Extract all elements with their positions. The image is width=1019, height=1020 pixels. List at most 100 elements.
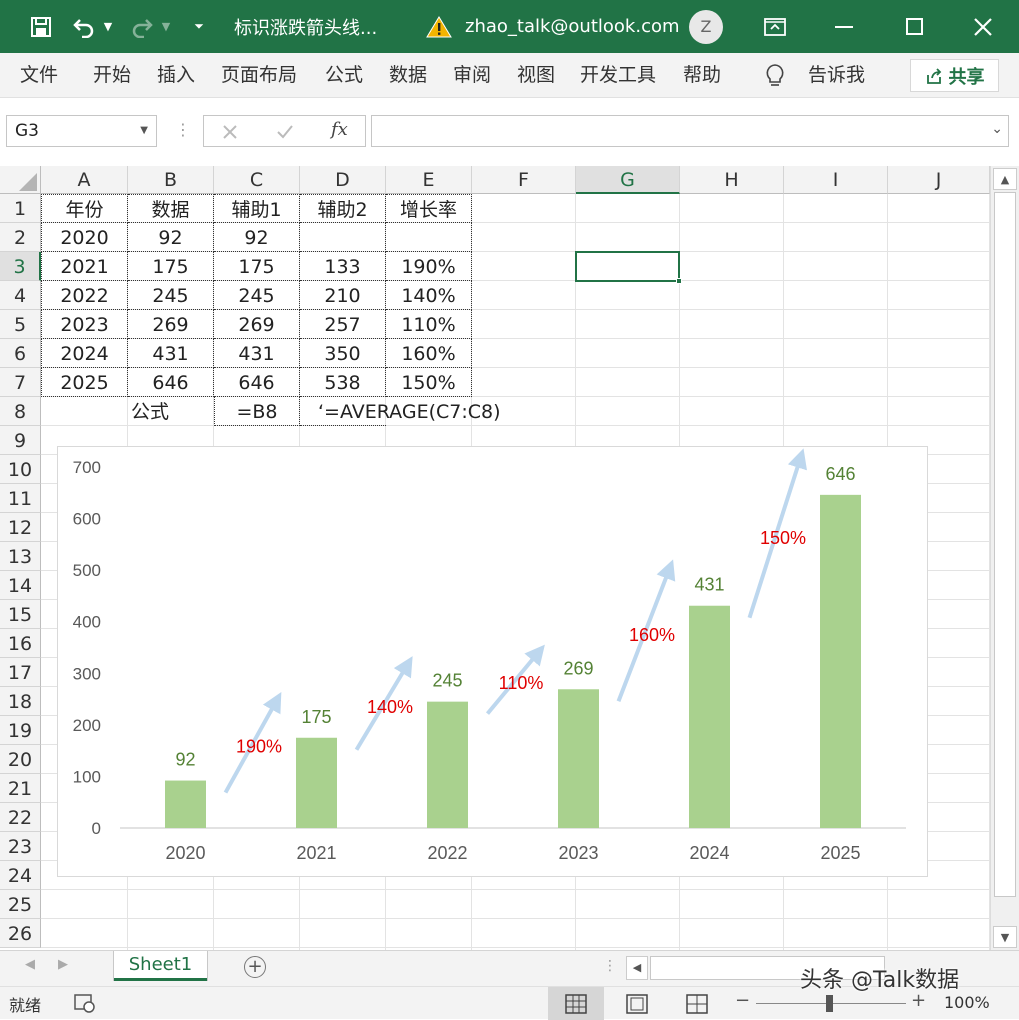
cell-C2[interactable]: 92 bbox=[214, 223, 300, 252]
cell-D5[interactable]: 257 bbox=[300, 310, 386, 339]
row-header-11[interactable]: 11 bbox=[0, 484, 41, 513]
column-header-A[interactable]: A bbox=[41, 166, 128, 194]
row-header-8[interactable]: 8 bbox=[0, 397, 41, 426]
cell-A7[interactable]: 2025 bbox=[41, 368, 128, 397]
tab-insert[interactable]: 插入 bbox=[157, 53, 195, 98]
cell-B1[interactable]: 数据 bbox=[128, 194, 214, 223]
prev-sheet-icon[interactable]: ◀ bbox=[25, 957, 35, 972]
row-header-19[interactable]: 19 bbox=[0, 716, 41, 745]
row-header-21[interactable]: 21 bbox=[0, 774, 41, 803]
warning-icon[interactable] bbox=[425, 0, 453, 53]
zoom-level[interactable]: 100% bbox=[944, 993, 990, 1012]
close-icon[interactable] bbox=[970, 0, 996, 53]
column-header-B[interactable]: B bbox=[128, 166, 214, 194]
undo-icon[interactable] bbox=[70, 0, 98, 53]
cell-A3[interactable]: 2021 bbox=[41, 252, 128, 281]
row-header-5[interactable]: 5 bbox=[0, 310, 41, 339]
cell-C1[interactable]: 辅助1 bbox=[214, 194, 300, 223]
cell-B6[interactable]: 431 bbox=[128, 339, 214, 368]
column-header-C[interactable]: C bbox=[214, 166, 300, 194]
tab-view[interactable]: 视图 bbox=[517, 53, 555, 98]
scroll-up-icon[interactable]: ▲ bbox=[993, 168, 1017, 190]
row-header-18[interactable]: 18 bbox=[0, 687, 41, 716]
redo-icon[interactable] bbox=[128, 0, 156, 53]
cell-E6[interactable]: 160% bbox=[386, 339, 472, 368]
cell-B7[interactable]: 646 bbox=[128, 368, 214, 397]
cell-A5[interactable]: 2023 bbox=[41, 310, 128, 339]
tab-help[interactable]: 帮助 bbox=[683, 53, 721, 98]
cell-A6[interactable]: 2024 bbox=[41, 339, 128, 368]
lightbulb-icon[interactable] bbox=[764, 53, 786, 98]
row-header-15[interactable]: 15 bbox=[0, 600, 41, 629]
row-header-12[interactable]: 12 bbox=[0, 513, 41, 542]
page-layout-view-icon[interactable] bbox=[626, 994, 648, 1018]
account-email[interactable]: zhao_talk@outlook.com bbox=[465, 0, 680, 53]
vertical-scroll-thumb[interactable] bbox=[994, 192, 1016, 897]
sheet-tab-sheet1[interactable]: Sheet1 bbox=[114, 951, 207, 981]
formula-bar-grip-icon[interactable]: ⋮ bbox=[175, 120, 191, 139]
row-header-7[interactable]: 7 bbox=[0, 368, 41, 397]
normal-view-button[interactable] bbox=[548, 987, 604, 1020]
tab-developer[interactable]: 开发工具 bbox=[580, 53, 656, 98]
row-header-17[interactable]: 17 bbox=[0, 658, 41, 687]
cell-E4[interactable]: 140% bbox=[386, 281, 472, 310]
cell-C6[interactable]: 431 bbox=[214, 339, 300, 368]
customize-qat-icon[interactable]: ⏷ bbox=[190, 0, 208, 53]
cell-A4[interactable]: 2022 bbox=[41, 281, 128, 310]
scroll-left-icon[interactable]: ◀ bbox=[626, 956, 648, 980]
row-header-13[interactable]: 13 bbox=[0, 542, 41, 571]
row-header-4[interactable]: 4 bbox=[0, 281, 41, 310]
cell-D3[interactable]: 133 bbox=[300, 252, 386, 281]
avatar[interactable]: Z bbox=[688, 0, 724, 53]
select-all-corner[interactable] bbox=[0, 166, 41, 194]
cell-C8[interactable]: =B8 bbox=[214, 397, 300, 426]
column-header-H[interactable]: H bbox=[680, 166, 784, 194]
cell-C3[interactable]: 175 bbox=[214, 252, 300, 281]
tab-review[interactable]: 审阅 bbox=[453, 53, 491, 98]
scroll-down-icon[interactable]: ▼ bbox=[993, 926, 1017, 948]
tab-data[interactable]: 数据 bbox=[389, 53, 427, 98]
cell-D6[interactable]: 350 bbox=[300, 339, 386, 368]
macro-record-icon[interactable] bbox=[74, 993, 96, 1017]
column-header-E[interactable]: E bbox=[386, 166, 472, 194]
expand-formula-icon[interactable]: ⌄ bbox=[991, 121, 1003, 137]
row-header-25[interactable]: 25 bbox=[0, 890, 41, 919]
minimize-icon[interactable] bbox=[832, 0, 858, 53]
row-header-10[interactable]: 10 bbox=[0, 455, 41, 484]
formula-input[interactable]: ⌄ bbox=[371, 115, 1009, 147]
cell-B8[interactable]: 公式 bbox=[128, 397, 214, 426]
row-header-20[interactable]: 20 bbox=[0, 745, 41, 774]
column-header-F[interactable]: F bbox=[472, 166, 576, 194]
row-header-16[interactable]: 16 bbox=[0, 629, 41, 658]
maximize-icon[interactable] bbox=[902, 0, 928, 53]
name-box-dropdown-icon[interactable]: ▼ bbox=[140, 116, 148, 146]
cell-B3[interactable]: 175 bbox=[128, 252, 214, 281]
cell-C7[interactable]: 646 bbox=[214, 368, 300, 397]
cell-D8[interactable]: ‘=AVERAGE(C7:C8) bbox=[300, 397, 501, 426]
ribbon-display-icon[interactable] bbox=[762, 0, 788, 53]
cell-C5[interactable]: 269 bbox=[214, 310, 300, 339]
next-sheet-icon[interactable]: ▶ bbox=[58, 957, 68, 972]
cell-D4[interactable]: 210 bbox=[300, 281, 386, 310]
cell-A2[interactable]: 2020 bbox=[41, 223, 128, 252]
redo-dropdown-icon[interactable]: ▼ bbox=[158, 0, 174, 53]
column-header-J[interactable]: J bbox=[888, 166, 990, 194]
cell-E3[interactable]: 190% bbox=[386, 252, 472, 281]
row-header-3[interactable]: 3 bbox=[0, 252, 41, 281]
cell-B4[interactable]: 245 bbox=[128, 281, 214, 310]
growth-bar-chart[interactable]: 0 100 200 300 400 500 600 700 92 2020 175 2021 245 20… bbox=[57, 446, 928, 877]
cell-E7[interactable]: 150% bbox=[386, 368, 472, 397]
row-header-23[interactable]: 23 bbox=[0, 832, 41, 861]
tab-formulas[interactable]: 公式 bbox=[325, 53, 363, 98]
cell-D2[interactable] bbox=[300, 223, 386, 252]
column-header-G[interactable]: G bbox=[576, 166, 680, 194]
cell-B5[interactable]: 269 bbox=[128, 310, 214, 339]
name-box[interactable]: G3 ▼ bbox=[6, 115, 157, 147]
cell-D7[interactable]: 538 bbox=[300, 368, 386, 397]
save-icon[interactable] bbox=[28, 0, 54, 53]
zoom-slider-thumb[interactable] bbox=[826, 995, 833, 1012]
cell-E1[interactable]: 增长率 bbox=[386, 194, 472, 223]
row-header-14[interactable]: 14 bbox=[0, 571, 41, 600]
row-header-2[interactable]: 2 bbox=[0, 223, 41, 252]
tab-page-layout[interactable]: 页面布局 bbox=[221, 53, 297, 98]
